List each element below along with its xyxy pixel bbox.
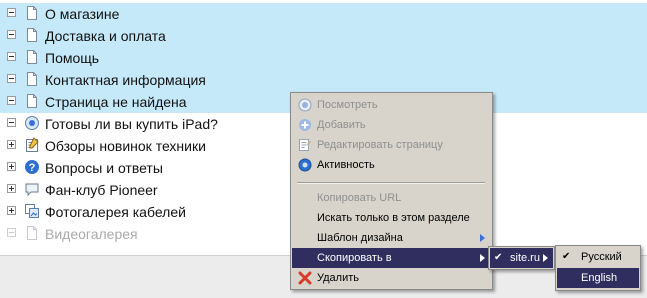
tree-item-label: Вопросы и ответы <box>45 160 163 176</box>
page-icon <box>27 50 37 64</box>
collapse-icon[interactable] <box>7 74 16 83</box>
checkmark-icon: ✔ <box>494 252 503 263</box>
menu-item-activity[interactable]: Активность <box>292 155 491 175</box>
view-icon <box>298 98 312 112</box>
tree-item-label: Доставка и оплата <box>45 28 166 44</box>
menu-item-copy-url[interactable]: Копировать URL <box>292 188 491 208</box>
page-icon <box>27 226 37 240</box>
menu-item-design-template[interactable]: Шаблон дизайна <box>292 228 491 248</box>
collapse-icon[interactable] <box>7 8 16 17</box>
collapse-icon <box>7 228 16 237</box>
submenu-arrow-icon <box>543 254 548 262</box>
menu-item-delete[interactable]: Удалить <box>292 268 491 288</box>
expand-icon[interactable] <box>7 140 16 149</box>
context-menu: Посмотреть Добавить Редактировать страни… <box>290 92 493 290</box>
activity-icon <box>298 158 312 172</box>
menu-item-add[interactable]: Добавить <box>292 115 491 135</box>
menu-item-edit-page[interactable]: Редактировать страницу <box>292 135 491 155</box>
copy-to-submenu: ✔ site.ru <box>488 246 555 270</box>
submenu-item-russian[interactable]: ✔ Русский <box>557 247 639 267</box>
checkmark-icon: ✔ <box>562 251 571 262</box>
add-icon <box>299 119 311 131</box>
menu-separator <box>297 182 485 184</box>
tree-item-label: Помощь <box>45 50 100 66</box>
submenu-arrow-icon <box>480 234 485 242</box>
submenu-item-site[interactable]: ✔ site.ru <box>490 248 553 268</box>
collapse-icon[interactable] <box>7 30 16 39</box>
delete-icon <box>298 271 312 285</box>
submenu-arrow-icon <box>480 254 485 262</box>
blog-icon <box>26 137 39 152</box>
tree-item-label: Фан-клуб Pioneer <box>45 182 158 198</box>
gallery-icon <box>25 204 39 218</box>
tree-item-label: Фотогалерея кабелей <box>45 204 186 220</box>
page-icon <box>27 28 37 42</box>
language-submenu: ✔ Русский English <box>555 245 641 291</box>
menu-item-view[interactable]: Посмотреть <box>292 95 491 115</box>
poll-icon <box>25 116 39 130</box>
expand-icon[interactable] <box>7 206 16 215</box>
forum-icon <box>25 183 39 197</box>
page-icon <box>27 94 37 108</box>
svg-text:?: ? <box>29 162 36 174</box>
edit-icon <box>299 139 311 151</box>
tree-item-label: Обзоры новинок техники <box>45 138 206 154</box>
tree-item-label: Видеогалерея <box>45 226 138 242</box>
tree-item[interactable]: Помощь <box>0 47 647 69</box>
collapse-icon[interactable] <box>7 96 16 105</box>
collapse-icon[interactable] <box>7 118 16 127</box>
expand-icon[interactable] <box>7 184 16 193</box>
menu-item-search-in-section[interactable]: Искать только в этом разделе <box>292 208 491 228</box>
expand-icon[interactable] <box>7 162 16 171</box>
tree-item[interactable]: Доставка и оплата <box>0 25 647 47</box>
collapse-icon[interactable] <box>7 52 16 61</box>
page-icon <box>27 72 37 86</box>
tree-item[interactable]: Контактная информация <box>0 69 647 91</box>
submenu-item-english[interactable]: English <box>557 268 639 288</box>
tree-item-label: Контактная информация <box>45 72 206 88</box>
tree-item-label: Готовы ли вы купить iPad? <box>45 116 218 132</box>
faq-icon: ? <box>25 160 39 174</box>
menu-item-copy-to[interactable]: Скопировать в <box>292 248 491 268</box>
tree-item-label: О магазине <box>45 6 120 22</box>
tree-item-label: Страница не найдена <box>45 94 187 110</box>
page-icon <box>27 6 37 20</box>
tree-item[interactable]: О магазине <box>0 3 647 25</box>
